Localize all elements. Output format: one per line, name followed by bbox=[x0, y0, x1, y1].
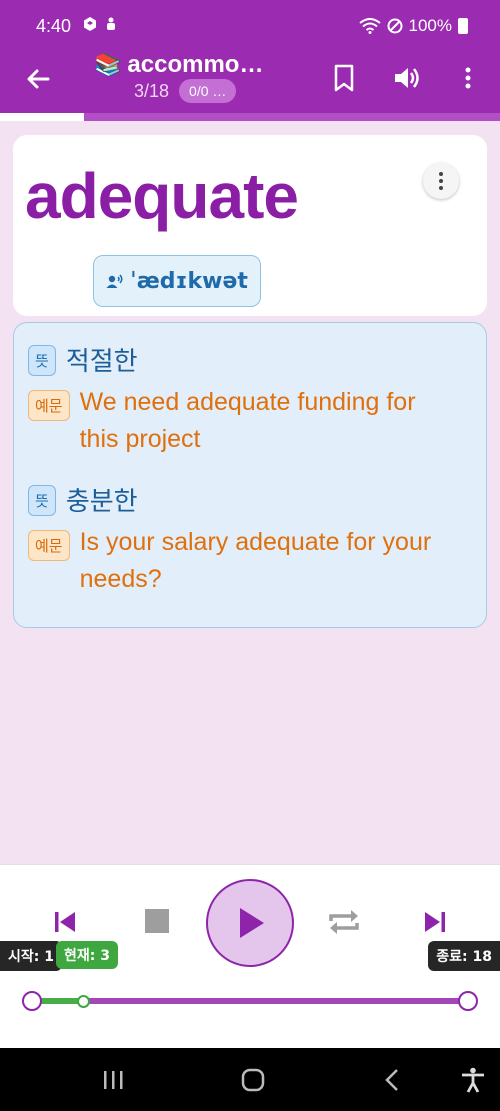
more-vert-icon bbox=[465, 67, 471, 89]
example-text: We need adequate funding for this projec… bbox=[79, 388, 416, 453]
card-menu-button[interactable] bbox=[423, 163, 459, 199]
status-bar: 4:40 100% bbox=[0, 0, 500, 55]
back-nav-button[interactable] bbox=[378, 1066, 408, 1094]
dnd-icon bbox=[387, 18, 403, 34]
meaning-text: 적절한 bbox=[65, 347, 138, 377]
next-button[interactable] bbox=[420, 907, 450, 937]
stop-button[interactable] bbox=[143, 907, 171, 935]
skip-next-icon bbox=[425, 912, 445, 932]
example-text: Is your salary adequate for your needs? bbox=[79, 528, 432, 593]
example-tag: 예문 bbox=[28, 390, 70, 421]
example-tag: 예문 bbox=[28, 530, 70, 561]
repeat-icon bbox=[329, 910, 359, 934]
deck-progress-fill bbox=[0, 113, 84, 121]
accessibility-icon bbox=[462, 1067, 484, 1093]
meaning-tag: 뜻 bbox=[28, 345, 56, 376]
home-icon bbox=[241, 1068, 265, 1092]
range-slider-track[interactable] bbox=[32, 998, 468, 1004]
status-right: 100% bbox=[358, 16, 468, 36]
meaning-entry: 뜻 충분한 예문 Is your salary adequate for you… bbox=[28, 481, 478, 598]
home-button[interactable] bbox=[238, 1066, 268, 1094]
meaning-text: 충분한 bbox=[65, 487, 138, 517]
word-card: adequate ˈædɪkwət bbox=[13, 135, 487, 316]
battery-text: 100% bbox=[408, 16, 452, 35]
deck-progress-bar bbox=[0, 113, 500, 121]
meaning-entry: 뜻 적절한 예문 We need adequate funding for th… bbox=[28, 341, 478, 458]
meaning-card: 뜻 적절한 예문 We need adequate funding for th… bbox=[13, 322, 487, 628]
start-label: 시작: 1 bbox=[0, 941, 62, 971]
bookmark-icon bbox=[334, 64, 354, 92]
more-vert-icon bbox=[439, 172, 443, 190]
player-panel: 시작: 1 현재: 3 종료: 18 bbox=[0, 864, 500, 1048]
repeat-button[interactable] bbox=[326, 905, 362, 939]
accessibility-button[interactable] bbox=[458, 1066, 488, 1094]
start-thumb[interactable] bbox=[22, 991, 42, 1011]
back-nav-icon bbox=[385, 1069, 398, 1091]
more-button[interactable] bbox=[458, 63, 478, 93]
play-button[interactable] bbox=[206, 879, 294, 967]
battery-icon bbox=[458, 18, 468, 34]
notification-icon bbox=[107, 17, 115, 30]
meaning-tag: 뜻 bbox=[28, 485, 56, 516]
progress-chip[interactable]: 0/0 … bbox=[179, 79, 237, 103]
system-nav-bar bbox=[0, 1048, 500, 1111]
wifi-icon bbox=[358, 18, 381, 34]
current-thumb[interactable] bbox=[77, 995, 91, 1008]
play-icon bbox=[240, 908, 264, 938]
skip-previous-icon bbox=[55, 912, 75, 932]
status-left-icons bbox=[82, 16, 118, 32]
progress-count: 3/18 bbox=[134, 80, 170, 101]
recents-icon bbox=[104, 1071, 123, 1089]
speaker-person-icon bbox=[106, 274, 123, 288]
word: adequate bbox=[25, 160, 299, 232]
previous-button[interactable] bbox=[50, 907, 80, 937]
deck-title: accommo… bbox=[127, 51, 264, 78]
bookmark-button[interactable] bbox=[330, 63, 358, 93]
back-button[interactable] bbox=[22, 63, 54, 95]
volume-icon bbox=[395, 68, 419, 88]
app-icon bbox=[84, 17, 96, 31]
pronunciation-text: ˈædɪkwət bbox=[130, 268, 248, 294]
end-thumb[interactable] bbox=[458, 991, 478, 1011]
pronunciation-button[interactable]: ˈædɪkwət bbox=[93, 255, 261, 307]
current-label: 현재: 3 bbox=[56, 941, 118, 969]
end-label: 종료: 18 bbox=[428, 941, 500, 971]
stop-icon bbox=[145, 909, 169, 933]
title-area: 📚 accommo… 3/18 0/0 … bbox=[94, 51, 294, 103]
books-icon: 📚 bbox=[94, 52, 122, 77]
back-arrow-icon bbox=[27, 69, 50, 89]
status-time: 4:40 bbox=[36, 16, 72, 36]
volume-button[interactable] bbox=[392, 63, 422, 93]
app-bar: 📚 accommo… 3/18 0/0 … bbox=[0, 51, 500, 113]
recents-button[interactable] bbox=[98, 1066, 128, 1094]
